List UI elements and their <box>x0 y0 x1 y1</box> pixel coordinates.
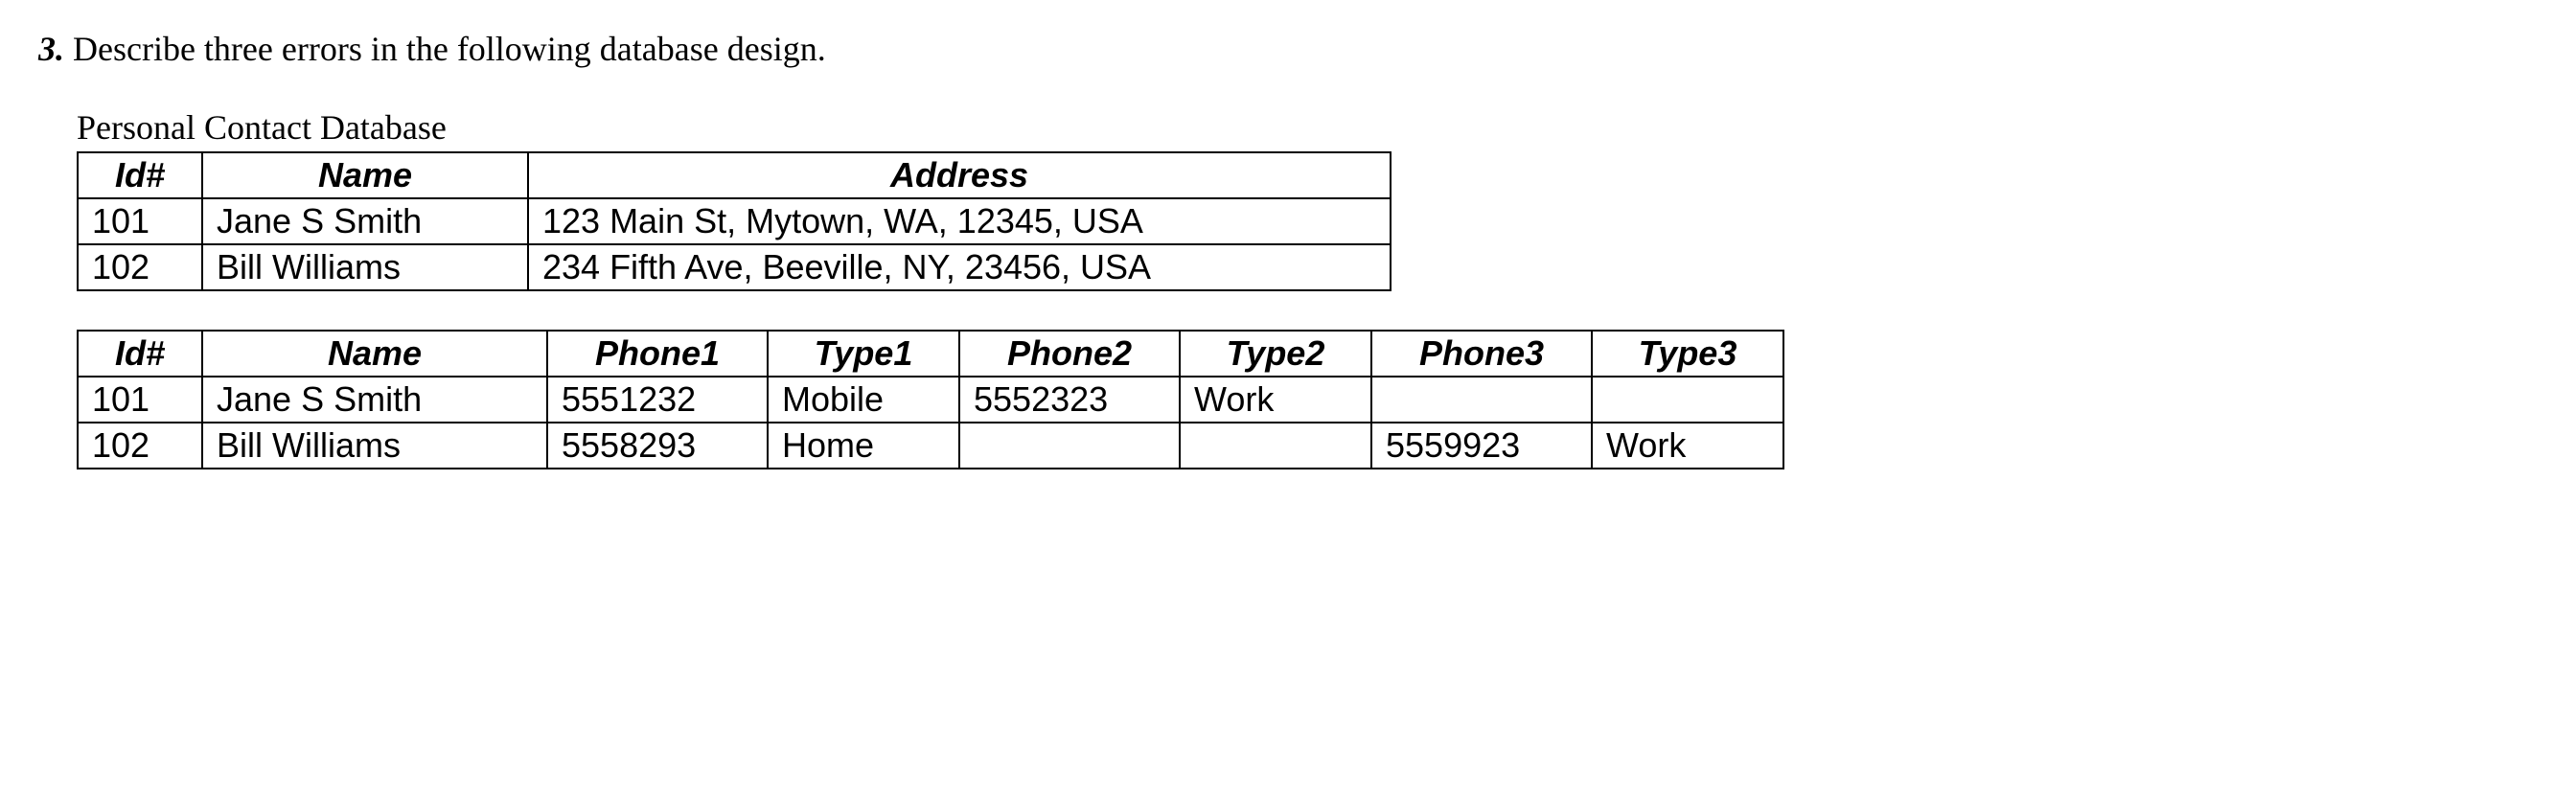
header-type1: Type1 <box>768 331 959 377</box>
table-header-row: Id# Name Address <box>78 152 1391 198</box>
header-id: Id# <box>78 331 202 377</box>
cell-name: Jane S Smith <box>202 198 528 244</box>
cell-phone1: 5558293 <box>547 423 768 469</box>
header-address: Address <box>528 152 1391 198</box>
cell-phone2 <box>959 423 1180 469</box>
table-header-row: Id# Name Phone1 Type1 Phone2 Type2 Phone… <box>78 331 1783 377</box>
cell-name: Bill Williams <box>202 423 547 469</box>
header-phone2: Phone2 <box>959 331 1180 377</box>
cell-type1: Home <box>768 423 959 469</box>
contacts-phone-table: Id# Name Phone1 Type1 Phone2 Type2 Phone… <box>77 330 1784 469</box>
cell-type2 <box>1180 423 1371 469</box>
cell-phone1: 5551232 <box>547 377 768 423</box>
header-type3: Type3 <box>1592 331 1783 377</box>
database-title: Personal Contact Database <box>77 107 2538 148</box>
question-prompt: 3. Describe three errors in the followin… <box>38 29 2538 69</box>
cell-type1: Mobile <box>768 377 959 423</box>
question-number: 3. <box>38 30 64 68</box>
cell-phone3: 5559923 <box>1371 423 1592 469</box>
table-row: 101 Jane S Smith 5551232 Mobile 5552323 … <box>78 377 1783 423</box>
cell-address: 234 Fifth Ave, Beeville, NY, 23456, USA <box>528 244 1391 290</box>
header-phone1: Phone1 <box>547 331 768 377</box>
cell-name: Bill Williams <box>202 244 528 290</box>
header-phone3: Phone3 <box>1371 331 1592 377</box>
cell-address: 123 Main St, Mytown, WA, 12345, USA <box>528 198 1391 244</box>
cell-name: Jane S Smith <box>202 377 547 423</box>
cell-phone2: 5552323 <box>959 377 1180 423</box>
cell-type3 <box>1592 377 1783 423</box>
cell-phone3 <box>1371 377 1592 423</box>
header-name: Name <box>202 152 528 198</box>
cell-type2: Work <box>1180 377 1371 423</box>
table-row: 102 Bill Williams 234 Fifth Ave, Beevill… <box>78 244 1391 290</box>
header-id: Id# <box>78 152 202 198</box>
table-row: 101 Jane S Smith 123 Main St, Mytown, WA… <box>78 198 1391 244</box>
contacts-address-table: Id# Name Address 101 Jane S Smith 123 Ma… <box>77 151 1392 291</box>
cell-type3: Work <box>1592 423 1783 469</box>
question-text: Describe three errors in the following d… <box>73 30 826 68</box>
table-row: 102 Bill Williams 5558293 Home 5559923 W… <box>78 423 1783 469</box>
cell-id: 101 <box>78 377 202 423</box>
cell-id: 102 <box>78 244 202 290</box>
header-name: Name <box>202 331 547 377</box>
header-type2: Type2 <box>1180 331 1371 377</box>
cell-id: 102 <box>78 423 202 469</box>
cell-id: 101 <box>78 198 202 244</box>
